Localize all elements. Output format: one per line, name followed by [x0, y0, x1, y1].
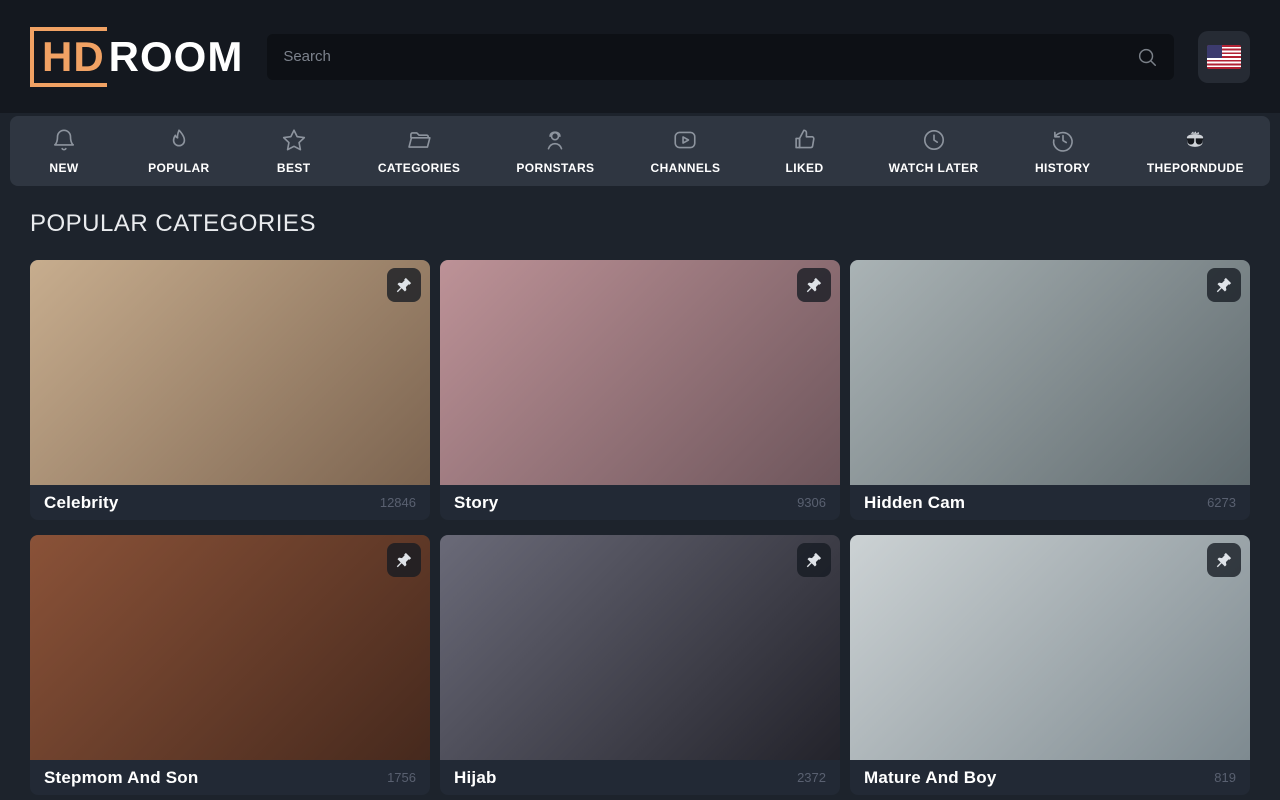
site-logo[interactable]: HD ROOM: [30, 27, 243, 87]
category-thumbnail[interactable]: [850, 535, 1250, 760]
category-thumbnail[interactable]: [30, 260, 430, 485]
person-icon: [542, 127, 568, 153]
pin-icon: [1215, 551, 1233, 569]
category-title: Hijab: [454, 768, 497, 788]
nav-item-categories[interactable]: CATEGORIES: [378, 127, 460, 175]
category-title: Hidden Cam: [864, 493, 965, 513]
nav-item-pornstars[interactable]: PORNSTARS: [516, 127, 594, 175]
main-navigation: NEW POPULAR BEST CATEGORIES PORNSTARS CH…: [10, 116, 1270, 186]
category-count: 2372: [797, 770, 826, 785]
category-thumbnail[interactable]: [30, 535, 430, 760]
nav-label: THEPORNDUDE: [1147, 161, 1244, 175]
language-button[interactable]: [1198, 31, 1250, 83]
category-title: Story: [454, 493, 498, 513]
nav-item-popular[interactable]: POPULAR: [148, 127, 209, 175]
search-icon[interactable]: [1136, 46, 1158, 68]
category-title: Celebrity: [44, 493, 119, 513]
pin-icon: [805, 551, 823, 569]
nav-item-new[interactable]: NEW: [36, 127, 92, 175]
pin-button[interactable]: [1207, 543, 1241, 577]
us-flag-icon: [1207, 45, 1241, 69]
pin-button[interactable]: [797, 268, 831, 302]
category-count: 1756: [387, 770, 416, 785]
logo-room-text: ROOM: [109, 33, 244, 81]
thumbs-up-icon: [792, 127, 818, 153]
category-title: Stepmom And Son: [44, 768, 198, 788]
nav-item-theporndude[interactable]: THEPORNDUDE: [1147, 127, 1244, 175]
category-card[interactable]: Hidden Cam 6273: [850, 260, 1250, 520]
nav-item-watch-later[interactable]: WATCH LATER: [889, 127, 979, 175]
category-count: 6273: [1207, 495, 1236, 510]
pin-icon: [805, 276, 823, 294]
nav-label: WATCH LATER: [889, 161, 979, 175]
pin-icon: [395, 276, 413, 294]
play-screen-icon: [672, 127, 698, 153]
clock-icon: [921, 127, 947, 153]
nav-item-history[interactable]: HISTORY: [1035, 127, 1091, 175]
bell-icon: [51, 127, 77, 153]
category-card[interactable]: Hijab 2372: [440, 535, 840, 795]
history-icon: [1050, 127, 1076, 153]
category-thumbnail[interactable]: [850, 260, 1250, 485]
folder-icon: [406, 127, 432, 153]
nav-label: NEW: [49, 161, 78, 175]
pin-button[interactable]: [797, 543, 831, 577]
nav-label: CHANNELS: [651, 161, 721, 175]
nav-label: HISTORY: [1035, 161, 1090, 175]
pin-button[interactable]: [387, 268, 421, 302]
category-thumbnail[interactable]: [440, 535, 840, 760]
nav-label: POPULAR: [148, 161, 209, 175]
star-icon: [281, 127, 307, 153]
nav-item-liked[interactable]: LIKED: [777, 127, 833, 175]
logo-hd-text: HD: [30, 27, 107, 87]
flame-icon: [166, 127, 192, 153]
nav-item-channels[interactable]: CHANNELS: [651, 127, 721, 175]
pin-button[interactable]: [1207, 268, 1241, 302]
nav-label: PORNSTARS: [516, 161, 594, 175]
sunglasses-face-icon: [1182, 127, 1208, 153]
search-input[interactable]: [283, 48, 1136, 65]
nav-label: CATEGORIES: [378, 161, 460, 175]
category-count: 9306: [797, 495, 826, 510]
page-title: POPULAR CATEGORIES: [30, 210, 1250, 238]
nav-label: BEST: [277, 161, 311, 175]
pin-icon: [395, 551, 413, 569]
search-bar[interactable]: [267, 34, 1174, 80]
pin-button[interactable]: [387, 543, 421, 577]
category-count: 819: [1214, 770, 1236, 785]
category-thumbnail[interactable]: [440, 260, 840, 485]
category-count: 12846: [380, 495, 416, 510]
category-title: Mature And Boy: [864, 768, 997, 788]
category-card[interactable]: Mature And Boy 819: [850, 535, 1250, 795]
nav-label: LIKED: [786, 161, 824, 175]
category-card[interactable]: Story 9306: [440, 260, 840, 520]
pin-icon: [1215, 276, 1233, 294]
category-grid: Celebrity 12846 Story 9306: [30, 260, 1250, 795]
nav-item-best[interactable]: BEST: [266, 127, 322, 175]
header: HD ROOM: [0, 0, 1280, 113]
category-card[interactable]: Stepmom And Son 1756: [30, 535, 430, 795]
category-card[interactable]: Celebrity 12846: [30, 260, 430, 520]
